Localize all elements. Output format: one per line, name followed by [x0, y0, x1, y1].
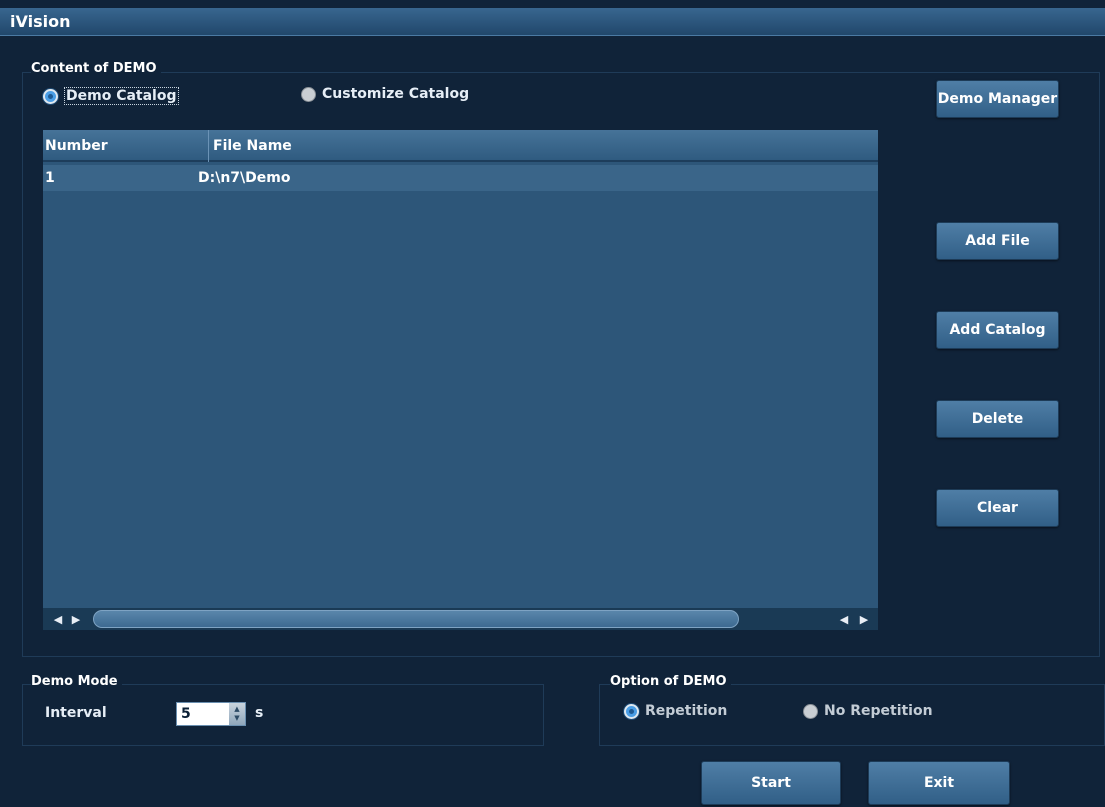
- interval-unit: s: [255, 705, 264, 721]
- spin-up-icon[interactable]: ▲: [234, 705, 239, 714]
- exit-button[interactable]: Exit: [868, 761, 1010, 805]
- radio-repetition[interactable]: Repetition: [624, 703, 727, 719]
- column-header-number[interactable]: Number: [45, 138, 108, 154]
- interval-label: Interval: [45, 705, 107, 721]
- radio-no-repetition-label: No Repetition: [824, 703, 933, 719]
- radio-customize-catalog-label: Customize Catalog: [322, 86, 470, 102]
- content-of-demo-label: Content of DEMO: [31, 61, 161, 76]
- radio-selected-icon: [624, 703, 639, 719]
- scroll-right-icon[interactable]: ▶: [65, 610, 87, 628]
- interval-spinbox[interactable]: 5 ▲ ▼: [176, 702, 246, 726]
- title-bar: iVision: [0, 8, 1105, 36]
- radio-repetition-label: Repetition: [645, 703, 728, 719]
- radio-customize-catalog[interactable]: Customize Catalog: [301, 86, 469, 102]
- column-separator[interactable]: [208, 130, 209, 162]
- radio-demo-catalog-label: Demo Catalog: [64, 87, 179, 105]
- radio-unselected-icon: [803, 703, 818, 719]
- delete-button[interactable]: Delete: [936, 400, 1059, 438]
- cell-file-name: D:\n7\Demo: [198, 170, 291, 186]
- horizontal-scrollbar[interactable]: ◀ ▶ ◀ ▶: [43, 608, 878, 630]
- demo-mode-label: Demo Mode: [31, 674, 122, 689]
- window-title: iVision: [10, 12, 71, 31]
- add-catalog-button[interactable]: Add Catalog: [936, 311, 1059, 349]
- spin-down-icon[interactable]: ▼: [234, 714, 239, 723]
- column-header-file-name[interactable]: File Name: [213, 138, 292, 154]
- radio-no-repetition[interactable]: No Repetition: [803, 703, 933, 719]
- start-button[interactable]: Start: [701, 761, 841, 805]
- ivision-window: iVision Content of DEMO Demo Catalog Cus…: [0, 0, 1105, 807]
- scroll-right-icon[interactable]: ▶: [853, 610, 875, 628]
- demo-manager-button[interactable]: Demo Manager: [936, 80, 1059, 118]
- option-of-demo-label: Option of DEMO: [610, 674, 731, 689]
- demo-file-table: Number File Name 1 D:\n7\Demo ◀ ▶ ◀ ▶: [43, 130, 878, 630]
- table-row[interactable]: 1 D:\n7\Demo: [43, 165, 878, 191]
- scroll-left-icon[interactable]: ◀: [833, 610, 855, 628]
- radio-demo-catalog[interactable]: Demo Catalog: [43, 87, 179, 105]
- table-header: Number File Name: [43, 130, 878, 162]
- radio-unselected-icon: [301, 86, 316, 102]
- spin-buttons[interactable]: ▲ ▼: [229, 703, 245, 725]
- cell-number: 1: [45, 170, 55, 186]
- clear-button[interactable]: Clear: [936, 489, 1059, 527]
- radio-selected-icon: [43, 88, 58, 104]
- scrollbar-thumb[interactable]: [93, 610, 739, 628]
- add-file-button[interactable]: Add File: [936, 222, 1059, 260]
- interval-value[interactable]: 5: [181, 706, 191, 722]
